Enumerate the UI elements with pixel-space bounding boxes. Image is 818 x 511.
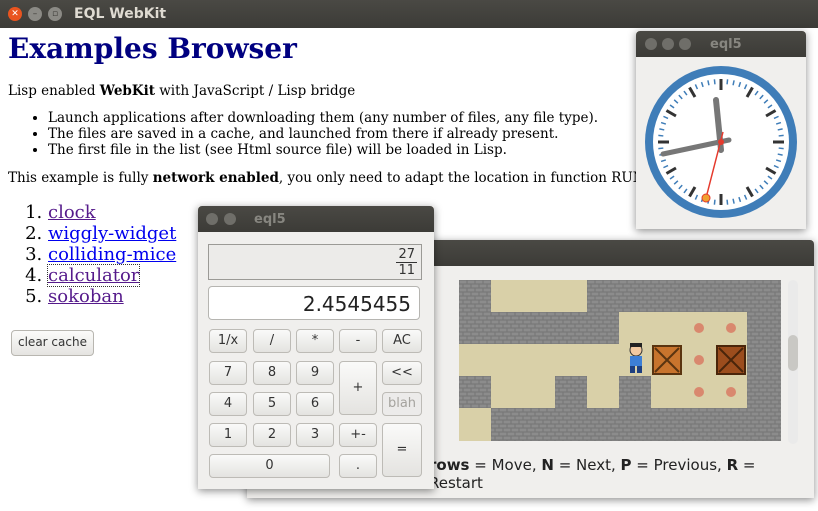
net-suffix: , you only need to adapt the location in… <box>278 170 649 186</box>
fraction-display: 27 11 <box>208 244 422 280</box>
clock-window-title: eql5 <box>710 37 742 52</box>
link-sokoban[interactable]: sokoban <box>48 286 124 307</box>
minute-tick <box>713 199 716 205</box>
sokoban-scrollbar[interactable] <box>788 280 798 444</box>
minute-tick <box>732 80 735 86</box>
clock-close-button[interactable] <box>645 38 657 50</box>
help-n-text: = Next, <box>553 456 621 474</box>
crate-icon <box>652 345 682 375</box>
digit-5-button[interactable]: 5 <box>253 392 291 416</box>
help-p-key: P <box>620 456 632 474</box>
clear-cache-button[interactable]: clear cache <box>11 330 94 356</box>
minute-tick <box>658 147 664 150</box>
sokoban-board[interactable] <box>459 280 781 441</box>
minute-tick <box>658 134 664 137</box>
page-heading: Examples Browser <box>8 32 297 65</box>
blah-button[interactable]: blah <box>382 392 422 416</box>
feature-list: Launch applications after downloading th… <box>28 110 598 158</box>
decimal-point-button[interactable]: . <box>339 454 377 478</box>
help-arrows-text: = Move, <box>469 456 542 474</box>
fraction-denominator: 11 <box>398 263 415 278</box>
clock-window: eql5 <box>636 31 806 229</box>
minute-tick <box>732 198 735 204</box>
window-title: EQL WebKit <box>74 6 167 22</box>
link-clock[interactable]: clock <box>48 202 96 223</box>
link-colliding-mice[interactable]: colliding-mice <box>48 244 176 265</box>
help-r-key: R <box>726 456 739 474</box>
clock-minimize-button[interactable] <box>662 38 674 50</box>
help-p-text: = Previous, <box>631 456 727 474</box>
clock-maximize-button[interactable] <box>679 38 691 50</box>
crate-on-target-icon <box>716 345 746 375</box>
equals-button[interactable]: = <box>382 423 422 477</box>
clock-titlebar: eql5 <box>636 31 806 57</box>
minute-tick <box>777 128 783 131</box>
maximize-window-button[interactable]: ▫ <box>48 7 62 21</box>
intro-prefix: Lisp enabled <box>8 83 100 99</box>
minute-tick <box>778 134 784 137</box>
net-prefix: This example is fully <box>8 170 153 186</box>
example-links: clock wiggly-widget colliding-mice calcu… <box>20 202 176 307</box>
divide-button[interactable]: / <box>253 329 291 353</box>
help-arrows-key: rows <box>429 456 470 474</box>
network-text: This example is fully network enabled, y… <box>8 170 648 186</box>
minute-tick <box>659 128 665 131</box>
digit-4-button[interactable]: 4 <box>209 392 247 416</box>
decimal-display: 2.4545455 <box>208 286 420 320</box>
calculator-window: eql5 27 11 2.4545455 1/x / * - AC 7 8 9 … <box>198 206 434 489</box>
feature-item: The first file in the list (see Html sou… <box>48 142 598 158</box>
minute-tick <box>777 153 783 156</box>
help-n-key: N <box>541 456 554 474</box>
all-clear-button[interactable]: AC <box>382 329 422 353</box>
calculator-titlebar: eql5 <box>198 206 434 232</box>
digit-8-button[interactable]: 8 <box>253 361 291 385</box>
minute-tick <box>726 199 729 205</box>
subtract-button[interactable]: - <box>339 329 377 353</box>
intro-bold: WebKit <box>99 83 155 99</box>
minute-tick <box>726 79 729 85</box>
link-wiggly-widget[interactable]: wiggly-widget <box>48 223 176 244</box>
fraction-numerator: 27 <box>396 247 417 263</box>
calc-minimize-button[interactable] <box>224 213 236 225</box>
reciprocal-button[interactable]: 1/x <box>209 329 247 353</box>
minute-tick <box>713 79 716 85</box>
negate-button[interactable]: +- <box>339 423 377 447</box>
digit-9-button[interactable]: 9 <box>296 361 334 385</box>
close-window-button[interactable]: ✕ <box>8 7 22 21</box>
digit-2-button[interactable]: 2 <box>253 423 291 447</box>
link-calculator[interactable]: calculator <box>46 264 141 287</box>
intro-text: Lisp enabled WebKit with JavaScript / Li… <box>8 83 355 99</box>
digit-3-button[interactable]: 3 <box>296 423 334 447</box>
digit-6-button[interactable]: 6 <box>296 392 334 416</box>
multiply-button[interactable]: * <box>296 329 334 353</box>
add-button[interactable]: + <box>339 361 377 415</box>
main-titlebar: ✕ – ▫ EQL WebKit <box>0 0 818 28</box>
intro-suffix: with JavaScript / Lisp bridge <box>154 83 356 99</box>
calc-close-button[interactable] <box>206 213 218 225</box>
decimal-value: 2.4545455 <box>302 292 411 316</box>
minimize-window-button[interactable]: – <box>28 7 42 21</box>
minute-tick <box>778 147 784 150</box>
feature-item: The files are saved in a cache, and laun… <box>48 126 598 142</box>
minute-tick <box>707 80 710 86</box>
backspace-button[interactable]: << <box>382 361 422 385</box>
analog-clock <box>645 66 797 218</box>
digit-7-button[interactable]: 7 <box>209 361 247 385</box>
calc-window-title: eql5 <box>254 212 286 227</box>
net-bold: network enabled <box>152 170 279 186</box>
digit-0-button[interactable]: 0 <box>209 454 330 478</box>
feature-item: Launch applications after downloading th… <box>48 110 598 126</box>
digit-1-button[interactable]: 1 <box>209 423 247 447</box>
